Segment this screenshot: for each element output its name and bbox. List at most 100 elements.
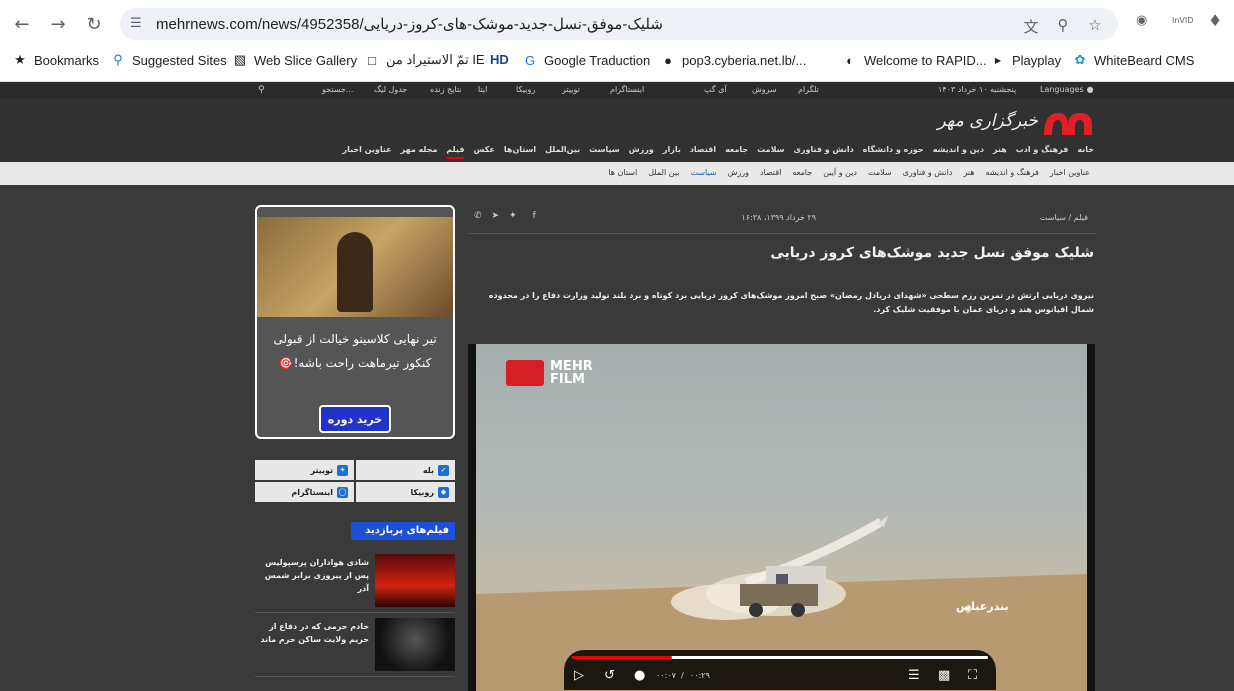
igap-link[interactable]: آی گپ — [704, 85, 727, 94]
nav-item-active[interactable]: فیلم — [446, 145, 465, 159]
rubika-link[interactable]: روبیکا — [516, 85, 535, 94]
translate-icon[interactable]: 文 — [1022, 16, 1040, 36]
subnav-item[interactable]: بین الملل — [648, 168, 679, 177]
picture-in-picture-icon[interactable]: ▩ — [938, 668, 950, 683]
twitter-icon[interactable]: ✦ — [509, 211, 517, 221]
globe-icon: ● — [664, 52, 672, 68]
bookmark-item[interactable]: ◐ Welcome to RAPID... — [842, 52, 987, 68]
share-bar: ✆ ➤ ✦ f — [474, 211, 536, 221]
microphone-icon[interactable]: ● — [634, 668, 645, 683]
telegram-icon[interactable]: ➤ — [492, 211, 500, 221]
nav-item[interactable]: ورزش — [629, 145, 654, 159]
bookmark-item[interactable]: ▶ Playplay — [990, 52, 1061, 68]
subnav-item[interactable]: استان ها — [608, 168, 637, 177]
subnav-item[interactable]: جامعه — [792, 168, 812, 177]
nav-item[interactable]: عکس — [473, 145, 494, 159]
back-icon[interactable]: ← — [10, 12, 34, 36]
site-logo[interactable]: خبرگزاری مهر — [938, 105, 1096, 143]
live-results-link[interactable]: نتایج زنده — [430, 85, 462, 94]
bookmark-star-icon[interactable]: ☆ — [1086, 16, 1104, 34]
extensions-puzzle-icon[interactable]: ♦ — [1208, 11, 1222, 31]
subnav-item[interactable]: هنر — [963, 168, 974, 177]
nav-item[interactable]: حوزه و دانشگاه — [863, 145, 924, 159]
settings-icon[interactable]: ☰ — [908, 668, 920, 683]
languages-link[interactable]: Languages ● — [1040, 85, 1094, 94]
search-icon[interactable]: ⚲ — [258, 85, 265, 95]
breadcrumb[interactable]: فیلم / سیاست — [1040, 213, 1088, 222]
nav-item[interactable]: مجله مهر — [401, 145, 438, 159]
subnav-item[interactable]: فرهنگ و اندیشه — [985, 168, 1038, 177]
rubika-link[interactable]: ◆ روبیکا — [356, 482, 455, 502]
nav-item[interactable]: بازار — [663, 145, 681, 159]
popular-item[interactable]: خادم حرمی که در دفاع از حریم ولایت ساکن … — [255, 618, 455, 674]
address-bar[interactable]: ☰ mehrnews.com/news/4952358/شلیک-موفق-نس… — [120, 8, 1118, 40]
bookmark-item[interactable]: ● pop3.cyberia.net.lb/... — [660, 52, 806, 68]
bookmark-item[interactable]: ▧ Web Slice Gallery — [232, 52, 357, 68]
nav-item[interactable]: عناوین اخبار — [342, 145, 391, 159]
site-settings-icon[interactable]: ☰ — [130, 16, 146, 32]
bookmark-item[interactable]: □ تمّ الاستيراد من IE — [364, 52, 485, 68]
nav-item[interactable]: بین‌الملل — [545, 145, 580, 159]
nav-item[interactable]: دین و اندیشه — [933, 145, 984, 159]
nav-item[interactable]: استان‌ها — [504, 145, 536, 159]
instagram-link[interactable]: ◯ اینستاگرام — [255, 482, 354, 502]
ad-text: تیر نهایی کلاسینو خیالت از قبولی کنکور ت… — [273, 332, 437, 370]
nav-item[interactable]: سیاست — [589, 145, 619, 159]
whatsapp-icon[interactable]: ✆ — [474, 211, 482, 221]
league-table-link[interactable]: جدول لیگ — [374, 85, 407, 94]
nav-item[interactable]: هنر — [993, 145, 1007, 159]
main-nav: خانه فرهنگ و ادب هنر دین و اندیشه حوزه و… — [342, 145, 1094, 159]
subnav-item-active[interactable]: سیاست — [690, 168, 716, 177]
nav-item[interactable]: فرهنگ و ادب — [1016, 145, 1069, 159]
forward-icon[interactable]: → — [46, 12, 70, 36]
subnav-item[interactable]: ورزش — [728, 168, 749, 177]
popular-thumbnail[interactable] — [375, 554, 455, 607]
tv-channel-icon: ◈ — [964, 602, 973, 615]
subnav-item[interactable]: سلامت — [868, 168, 892, 177]
nav-item[interactable]: سلامت — [757, 145, 784, 159]
popular-item-title[interactable]: شادی هواداران پرسپولیس پس از پیروزی براب… — [255, 556, 369, 595]
telegram-link[interactable]: تلگرام — [798, 85, 819, 94]
invid-extension-icon[interactable]: InVID — [1172, 16, 1193, 36]
popular-item[interactable]: شادی هواداران پرسپولیس پس از پیروزی براب… — [255, 554, 455, 610]
rewind-icon[interactable]: ↺ — [604, 668, 615, 683]
popular-thumbnail[interactable] — [375, 618, 455, 671]
nav-item[interactable]: دانش و فناوری — [794, 145, 854, 159]
popular-item-title[interactable]: خادم حرمی که در دفاع از حریم ولایت ساکن … — [255, 620, 369, 646]
bookmark-item[interactable]: ⚲ Suggested Sites — [110, 52, 226, 68]
nav-item[interactable]: خانه — [1077, 145, 1094, 159]
eitaa-link[interactable]: ایتا — [478, 85, 487, 94]
reload-icon[interactable]: ↻ — [82, 12, 106, 36]
bale-link[interactable]: ✓ بله — [356, 460, 455, 480]
nav-item[interactable]: اقتصاد — [690, 145, 716, 159]
subnav-item[interactable]: دین و آیین — [823, 168, 857, 177]
bookmark-item[interactable]: ✿ WhiteBeard CMS — [1072, 52, 1195, 68]
nav-item[interactable]: جامعه — [725, 145, 748, 159]
logo-text: خبرگزاری مهر — [937, 111, 1038, 131]
subnav-item[interactable]: عناوین اخبار — [1050, 168, 1090, 177]
video-player[interactable]: MEHR FILM بندرعباس ◈ ▷ ↺ ● ۰۰:۰۷ / ۰۰:۲۹… — [468, 344, 1095, 691]
subnav-item[interactable]: دانش و فناوری — [903, 168, 953, 177]
buy-course-button[interactable]: خرید دوره — [319, 405, 391, 433]
twitter-link[interactable]: توییتر — [562, 85, 580, 94]
facebook-icon[interactable]: f — [533, 211, 536, 221]
eye-extension-icon[interactable]: ◉ — [1136, 13, 1147, 33]
whitebeard-icon: ✿ — [1074, 52, 1086, 67]
fullscreen-icon[interactable]: ⛶ — [968, 668, 977, 683]
divider — [255, 612, 455, 613]
twitter-link[interactable]: ✦ توییتر — [255, 460, 354, 480]
zoom-icon[interactable]: ⚲ — [1054, 16, 1072, 34]
subnav-item[interactable]: اقتصاد — [760, 168, 781, 177]
advertisement[interactable]: تیر نهایی کلاسینو خیالت از قبولی کنکور ت… — [255, 205, 455, 439]
search-input[interactable]: جستجو... — [322, 85, 353, 94]
play-icon[interactable]: ▷ — [574, 668, 584, 683]
instagram-link[interactable]: اینستاگرام — [610, 85, 644, 94]
soroush-link[interactable]: سروش — [752, 85, 777, 94]
url-text[interactable]: mehrnews.com/news/4952358/شلیک-موفق-نسل-… — [156, 15, 663, 33]
ad-figure — [337, 232, 373, 312]
bookmark-item[interactable]: HD — [490, 52, 509, 67]
progress-bar[interactable] — [572, 656, 988, 659]
bookmark-item[interactable]: G Google Traduction — [522, 52, 650, 68]
bookmark-item[interactable]: ★ Bookmarks — [12, 52, 99, 68]
search-icon: ⚲ — [113, 52, 123, 67]
